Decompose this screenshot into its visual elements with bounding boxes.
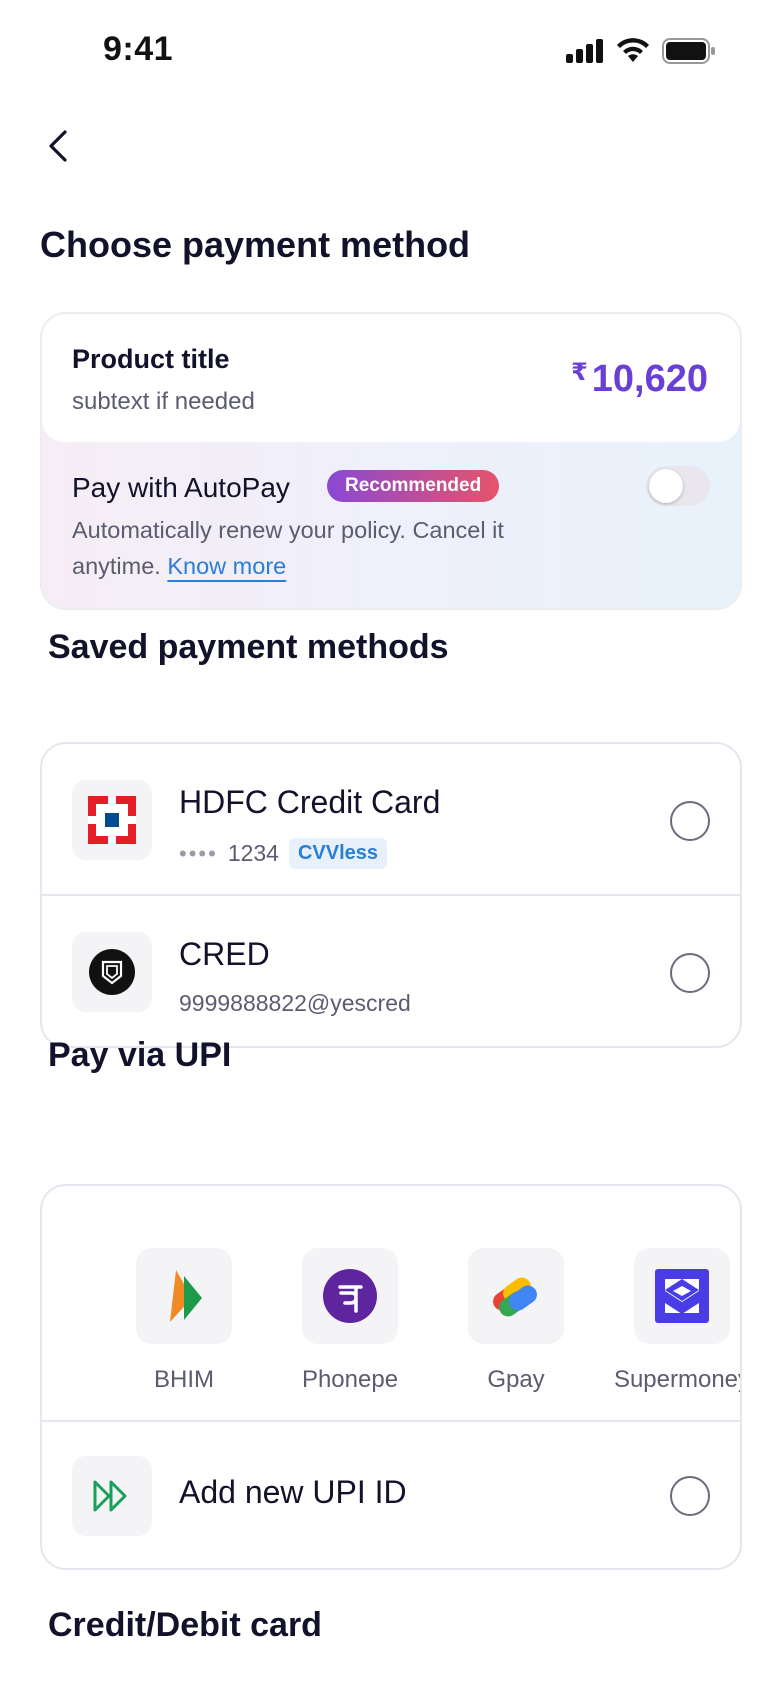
masked-dots: •••• (179, 840, 218, 866)
product-summary-card: Product title subtext if needed ₹ 10,620… (40, 312, 742, 610)
autopay-description: Automatically renew your policy. Cancel … (72, 512, 592, 584)
saved-method-name: HDFC Credit Card (179, 784, 441, 820)
saved-method-detail: 9999888822@yescred (179, 990, 411, 1016)
battery-icon (662, 38, 715, 64)
saved-methods-title: Saved payment methods (48, 628, 449, 666)
saved-methods-card: HDFC Credit Card •••• 1234 CVVless CRED … (40, 742, 742, 1048)
toggle-knob (649, 469, 683, 503)
upi-app-label: Supermoney (613, 1366, 742, 1393)
product-info: Product title subtext if needed ₹ 10,620 (42, 314, 740, 442)
cellular-signal-icon (566, 39, 603, 63)
radio-add-upi[interactable] (670, 1476, 710, 1516)
upi-app-bhim[interactable]: BHIM (104, 1248, 264, 1394)
status-time: 9:41 (103, 30, 174, 68)
radio-cred[interactable] (670, 953, 710, 993)
autopay-title: Pay with AutoPay (72, 472, 290, 503)
saved-method-detail: •••• 1234 CVVless (179, 838, 388, 869)
upi-app-label: BHIM (154, 1366, 214, 1393)
product-subtext: subtext if needed (72, 388, 255, 415)
upi-card: BHIM Phonepe Gpay Supermoney Add new UPI… (40, 1184, 742, 1570)
saved-method-row-hdfc[interactable]: HDFC Credit Card •••• 1234 CVVless (42, 744, 740, 894)
upi-app-phonepe[interactable]: Phonepe (270, 1248, 430, 1394)
cred-logo-icon (72, 932, 152, 1012)
saved-method-name: CRED (179, 936, 270, 972)
supermoney-logo-icon (634, 1248, 730, 1344)
status-bar: 9:41 (0, 0, 780, 100)
rupee-symbol: ₹ (571, 359, 588, 386)
card-section-title: Credit/Debit card (48, 1606, 322, 1644)
chevron-left-icon (49, 130, 67, 162)
recommended-badge: Recommended (327, 470, 500, 502)
hdfc-logo-icon (72, 780, 152, 860)
upi-apps-grid: BHIM Phonepe Gpay Supermoney (42, 1186, 740, 1420)
gpay-logo-icon (468, 1248, 564, 1344)
autopay-section: Pay with AutoPay Recommended Automatical… (42, 414, 740, 608)
upi-arrow-icon (72, 1456, 152, 1536)
product-title: Product title (72, 344, 230, 374)
add-upi-label: Add new UPI ID (179, 1474, 407, 1510)
page-title: Choose payment method (40, 224, 471, 265)
know-more-link[interactable]: Know more (167, 553, 286, 579)
upi-app-label: Gpay (487, 1366, 545, 1393)
phonepe-logo-icon (302, 1248, 398, 1344)
autopay-toggle[interactable] (646, 466, 710, 506)
upi-app-label: Phonepe (301, 1366, 399, 1393)
radio-hdfc[interactable] (670, 801, 710, 841)
back-button[interactable] (34, 122, 82, 170)
bhim-logo-icon (136, 1248, 232, 1344)
status-icons (566, 38, 716, 64)
card-last4: 1234 (227, 840, 279, 866)
add-upi-row[interactable]: Add new UPI ID (42, 1420, 740, 1568)
upi-app-gpay[interactable]: Gpay (436, 1248, 596, 1394)
wifi-icon (617, 38, 649, 62)
upi-app-supermoney[interactable]: Supermoney (602, 1248, 742, 1394)
saved-method-row-cred[interactable]: CRED 9999888822@yescred (42, 894, 740, 1044)
price-value: 10,620 (591, 358, 708, 400)
autopay-description-text: Automatically renew your policy. Cancel … (72, 517, 504, 579)
product-price: ₹ 10,620 (571, 358, 708, 401)
upi-section-title: Pay via UPI (48, 1036, 232, 1074)
cvvless-badge: CVVless (288, 838, 388, 869)
